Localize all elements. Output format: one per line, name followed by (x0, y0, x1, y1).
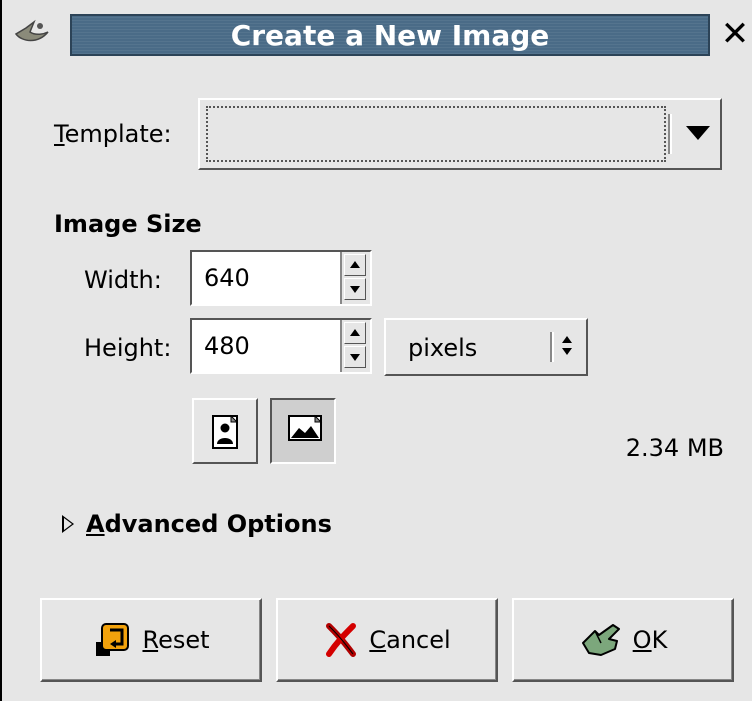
advanced-options-expander[interactable]: Advanced Options (62, 510, 332, 538)
ok-button[interactable]: OK (512, 598, 734, 682)
width-input[interactable]: 640 (204, 264, 250, 292)
gimp-wilber-icon[interactable] (14, 12, 52, 50)
reset-button[interactable]: Reset (40, 598, 262, 682)
template-combo[interactable] (198, 98, 722, 170)
width-label: Width: (84, 266, 162, 294)
cancel-text: ancel (386, 626, 451, 654)
ok-mnemonic: O (632, 626, 652, 654)
unit-value: pixels (408, 334, 478, 362)
template-label: Template: (54, 120, 172, 148)
reset-icon (96, 623, 130, 656)
reset-text: eset (158, 626, 210, 654)
portrait-orientation-icon (212, 414, 239, 449)
dialog-window: Create a New Image ✕ Template: Image Siz… (0, 0, 752, 701)
height-increment-button[interactable] (344, 322, 366, 344)
template-combo-divider (668, 114, 672, 154)
unit-selector[interactable]: pixels (384, 318, 588, 376)
width-increment-button[interactable] (344, 254, 366, 276)
template-label-text: emplate: (64, 120, 172, 148)
height-spin-buttons (340, 320, 370, 372)
ok-label: OK (633, 626, 668, 654)
height-decrement-button[interactable] (344, 346, 366, 368)
unit-down-arrow-icon (562, 348, 572, 355)
width-spinbox[interactable]: 640 (190, 250, 372, 306)
portrait-button[interactable] (192, 398, 258, 464)
memory-size-label: 2.34 MB (625, 434, 724, 462)
close-icon[interactable]: ✕ (718, 12, 752, 56)
height-label: Height: (84, 334, 172, 362)
reset-label: Reset (142, 626, 209, 654)
window-title: Create a New Image (230, 18, 550, 52)
ok-hand-icon (581, 624, 620, 656)
width-decrement-button[interactable] (344, 278, 366, 300)
landscape-button[interactable] (270, 398, 336, 464)
expander-triangle-icon (62, 515, 74, 533)
height-spinbox[interactable]: 480 (190, 318, 372, 374)
template-label-mnemonic: T (54, 120, 65, 148)
image-size-heading: Image Size (54, 210, 202, 238)
advanced-text: dvanced Options (104, 510, 332, 538)
reset-mnemonic: R (142, 626, 159, 654)
width-spin-buttons (340, 252, 370, 304)
cancel-mnemonic: C (369, 626, 387, 654)
cancel-x-icon (326, 623, 357, 657)
unit-up-arrow-icon (562, 336, 572, 343)
ok-text: K (651, 626, 668, 654)
height-input[interactable]: 480 (204, 332, 250, 360)
chevron-down-icon[interactable] (686, 126, 710, 140)
unit-separator (550, 332, 554, 362)
cancel-label: Cancel (369, 626, 450, 654)
cancel-button[interactable]: Cancel (276, 598, 498, 682)
template-combo-value (206, 106, 666, 162)
window-title-box[interactable]: Create a New Image (70, 14, 710, 56)
advanced-mnemonic: A (86, 510, 105, 538)
title-bar[interactable]: Create a New Image ✕ (2, 0, 752, 80)
landscape-orientation-icon (288, 414, 323, 441)
advanced-options-label: Advanced Options (86, 510, 332, 538)
